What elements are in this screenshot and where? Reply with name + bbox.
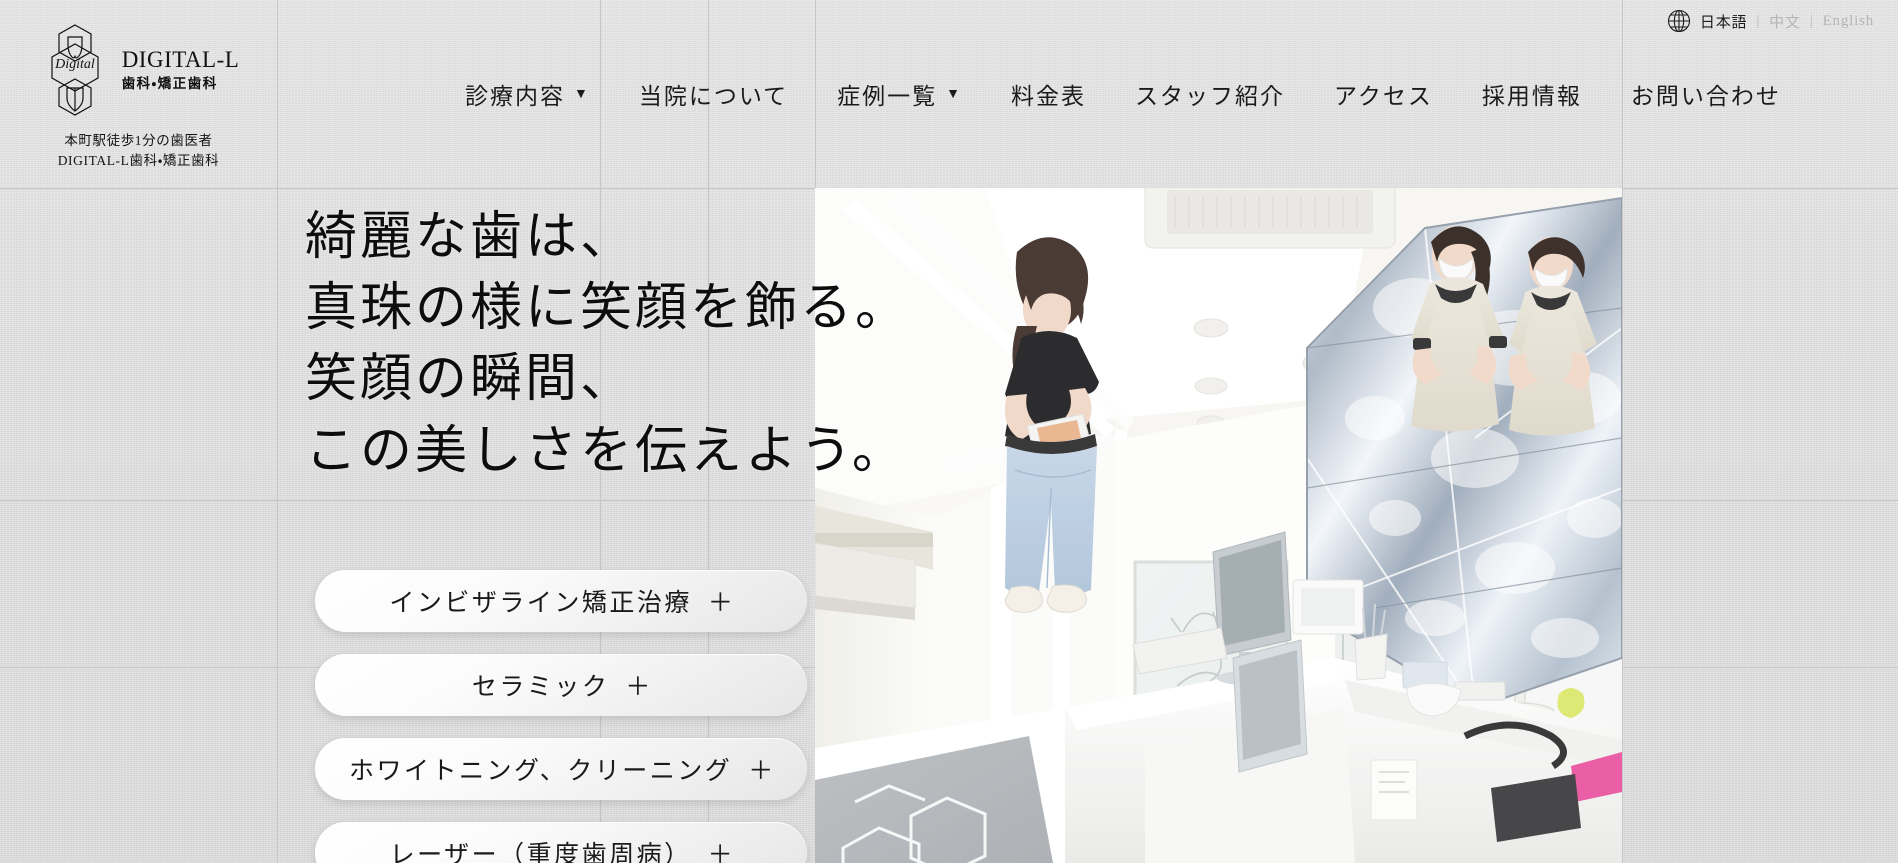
logo-wordmark: DIGITAL-L 歯科・矯正歯科	[122, 48, 240, 92]
nav-label: 症例一覧	[837, 84, 938, 109]
nav-item-staff[interactable]: スタッフ紹介	[1135, 77, 1285, 111]
pill-label: ホワイトニング、クリーニング	[349, 758, 733, 785]
plus-icon: ＋	[707, 590, 733, 617]
chevron-down-icon: ▼	[574, 87, 590, 102]
treatment-pill-invisalign[interactable]: インビザライン矯正治療 ＋	[315, 570, 808, 632]
nav-label: 診療内容	[465, 84, 565, 109]
hero-section: 綺麗な歯は、 真珠の様に笑顔を飾る。 笑顔の瞬間、 この美しさを伝えよう。 イン…	[0, 188, 1898, 863]
pill-label: インビザライン矯正治療	[389, 590, 692, 617]
logo-tagline-line1: 本町駅徒歩1分の歯医者	[64, 133, 213, 148]
treatment-pill-ceramic[interactable]: セラミック ＋	[315, 654, 808, 716]
clinic-interior-illustration	[815, 188, 1622, 863]
nav-label: お問い合わせ	[1630, 84, 1781, 109]
site-logo[interactable]: Digital DIGITAL-L 歯科・矯正歯科 本町駅徒歩1分の歯医者 DI…	[0, 0, 277, 188]
hero-headline-line-4: この美しさを伝えよう。	[305, 422, 907, 480]
treatment-pill-laser[interactable]: レーザー（重度歯周病） ＋	[315, 822, 808, 863]
plus-icon: ＋	[748, 758, 774, 785]
nav-item-cases[interactable]: 症例一覧 ▼	[837, 77, 962, 111]
nav-item-about[interactable]: 当院について	[639, 77, 788, 111]
nav-label: 料金表	[1011, 84, 1087, 109]
nav-item-treatments[interactable]: 診療内容 ▼	[465, 77, 590, 111]
hero-photo	[815, 188, 1622, 863]
page-root: Digital DIGITAL-L 歯科・矯正歯科 本町駅徒歩1分の歯医者 DI…	[0, 0, 1898, 863]
svg-text:Digital: Digital	[54, 57, 95, 72]
nav-label: 当院について	[638, 84, 789, 109]
nav-label: アクセス	[1334, 84, 1433, 109]
logo-subtitle: 歯科・矯正歯科	[121, 76, 218, 93]
treatment-pill-list: インビザライン矯正治療 ＋ セラミック ＋ ホワイトニング、クリーニング ＋ レ…	[315, 570, 808, 863]
logo-tagline: 本町駅徒歩1分の歯医者 DIGITAL-L歯科・矯正歯科	[58, 131, 220, 170]
nav-label: スタッフ紹介	[1135, 84, 1286, 109]
hero-headline-line-1: 綺麗な歯は、	[305, 209, 636, 266]
nav-item-contact[interactable]: お問い合わせ	[1631, 77, 1781, 111]
hero-headline-line-3: 笑顔の瞬間、	[305, 351, 636, 409]
logo-title: DIGITAL-L	[121, 47, 240, 73]
nav-item-access[interactable]: アクセス	[1334, 77, 1433, 111]
plus-icon: ＋	[625, 674, 651, 701]
hero-headline: 綺麗な歯は、 真珠の様に笑顔を飾る。 笑顔の瞬間、 この美しさを伝えよう。	[305, 202, 910, 487]
digital-l-hex-logo-icon: Digital	[51, 24, 99, 116]
hero-headline-line-2: 真珠の様に笑顔を飾る。	[305, 280, 911, 338]
pill-label: セラミック	[471, 674, 610, 701]
logo-tagline-line2: DIGITAL-L歯科・矯正歯科	[57, 152, 220, 168]
nav-item-recruit[interactable]: 採用情報	[1482, 77, 1582, 111]
chevron-down-icon: ▼	[946, 87, 963, 102]
site-header: Digital DIGITAL-L 歯科・矯正歯科 本町駅徒歩1分の歯医者 DI…	[0, 0, 1898, 188]
logo-row: Digital DIGITAL-L 歯科・矯正歯科	[38, 22, 240, 118]
primary-navigation: 診療内容 ▼ 当院について 症例一覧 ▼ 料金表 スタッフ紹介 アクセス 採用情…	[277, 0, 1898, 188]
treatment-pill-whitening[interactable]: ホワイトニング、クリーニング ＋	[315, 738, 808, 800]
plus-icon: ＋	[707, 842, 733, 863]
pill-label: レーザー（重度歯周病）	[389, 842, 692, 863]
nav-item-pricing[interactable]: 料金表	[1011, 77, 1086, 111]
nav-label: 採用情報	[1481, 84, 1582, 109]
